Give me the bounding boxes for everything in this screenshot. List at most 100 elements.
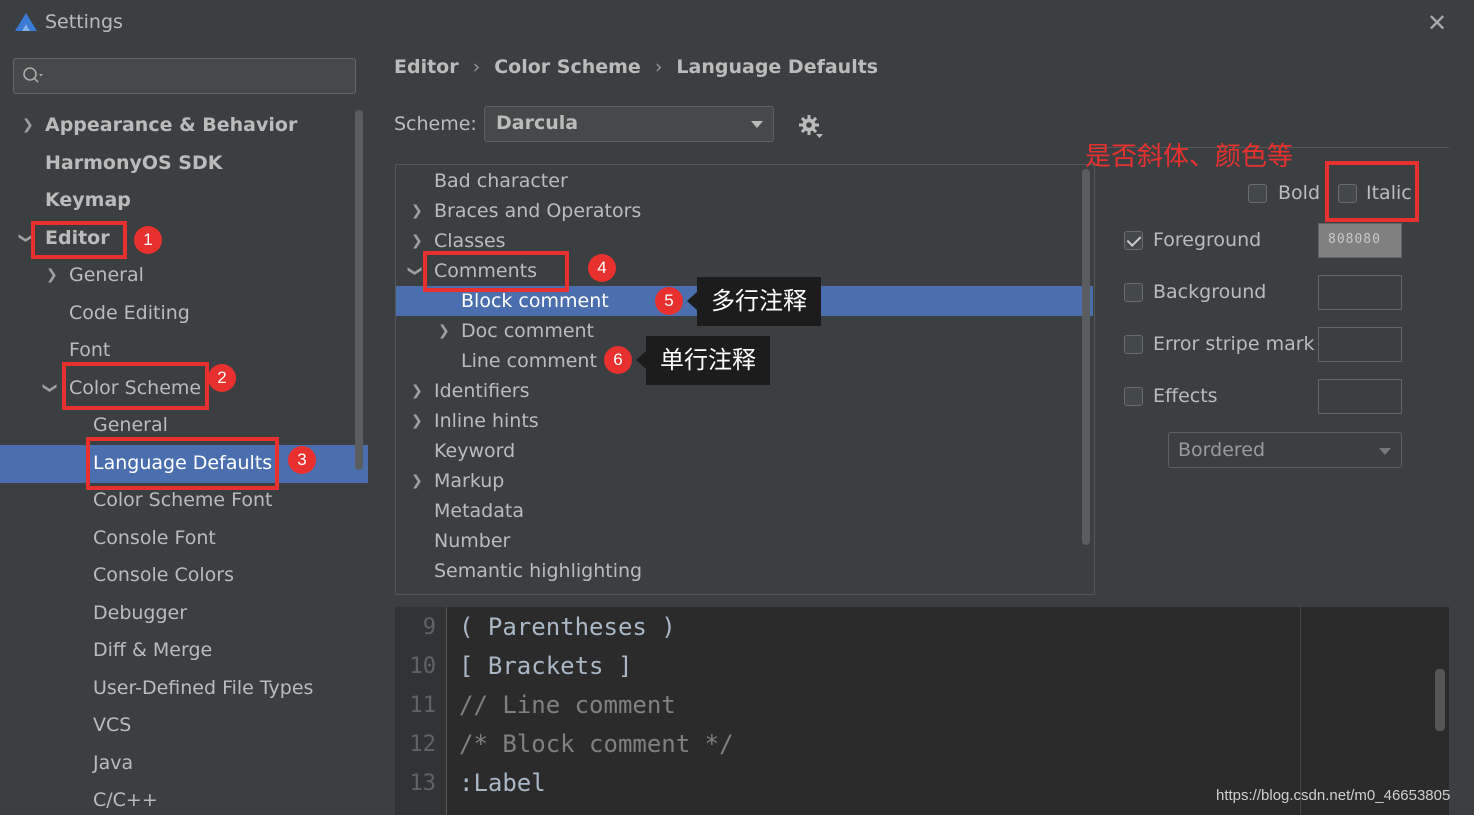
sidebar-item-label: C/C++ [93,789,158,811]
background-color-swatch[interactable] [1318,275,1402,310]
sidebar-item-console-font[interactable]: Console Font [93,520,216,556]
attr-item-identifiers[interactable]: ❯ Identifiers [411,376,530,406]
sidebar-item-appearance[interactable]: ❯ Appearance & Behavior [22,107,297,143]
sidebar-item-debugger[interactable]: Debugger [93,595,187,631]
annotation-box-color-scheme [62,362,209,410]
breadcrumb: Editor › Color Scheme › Language Defaults [394,56,878,78]
code-line: :Label [459,769,546,797]
attr-item-label: Block comment [461,290,609,312]
attr-item-label: Metadata [434,500,524,522]
error-stripe-checkbox[interactable] [1124,335,1143,354]
attr-item-label: Markup [434,470,505,492]
error-stripe-color-swatch[interactable] [1318,327,1402,362]
settings-sidebar: ❯ Appearance & Behavior HarmonyOS SDK Ke… [0,46,368,815]
effects-label: Effects [1153,385,1218,407]
sidebar-item-label: Console Font [93,527,216,549]
annotation-badge: 4 [588,254,616,282]
attr-item-label: Braces and Operators [434,200,642,222]
sidebar-scrollbar[interactable] [355,110,363,470]
annotation-badge: 2 [208,364,236,392]
chevron-right-icon: ❯ [411,473,423,489]
effects-type-dropdown[interactable]: Bordered [1168,432,1402,468]
window-title: Settings [45,11,123,33]
search-input[interactable] [13,58,356,94]
sidebar-item-label: General [69,264,144,286]
line-number: 13 [409,771,437,796]
sidebar-item-label: Font [69,339,111,361]
chevron-right-icon: ❯ [411,233,423,249]
attr-item-braces-operators[interactable]: ❯ Braces and Operators [411,196,642,226]
attr-item-bad-character[interactable]: Bad character [434,166,568,196]
code-line: [ Brackets ] [459,652,633,680]
line-number: 12 [409,732,437,757]
sidebar-item-general[interactable]: ❯ General [46,257,144,293]
bold-checkbox[interactable] [1248,184,1267,203]
line-number: 9 [422,615,436,640]
annotation-badge: 5 [655,287,683,315]
attr-item-label: Keyword [434,440,516,462]
sidebar-item-diff-merge[interactable]: Diff & Merge [93,632,212,668]
line-number: 11 [409,693,437,718]
annotation-tooltip-line-comment: 单行注释 [636,336,770,385]
code-line: ( Parentheses ) [459,613,676,641]
breadcrumb-item: Language Defaults [676,56,879,78]
attr-item-semantic-highlighting[interactable]: Semantic highlighting [434,556,642,586]
editor-scrollbar[interactable] [1435,669,1445,731]
attribute-tree-scrollbar[interactable] [1082,169,1090,545]
error-stripe-label: Error stripe mark [1153,333,1315,355]
scheme-value: Darcula [496,112,579,134]
attr-item-line-comment[interactable]: Line comment [461,346,597,376]
right-margin-guide [1300,607,1301,815]
chevron-right-icon: ❯ [411,413,423,429]
attr-item-markup[interactable]: ❯ Markup [411,466,505,496]
bold-label: Bold [1278,182,1320,204]
sidebar-item-keymap[interactable]: Keymap [45,182,131,218]
annotation-badge: 1 [134,226,162,254]
foreground-checkbox[interactable] [1124,231,1143,250]
sidebar-item-label: Keymap [45,189,131,211]
breadcrumb-item[interactable]: Color Scheme [494,56,641,78]
sidebar-item-label: VCS [93,714,132,736]
sidebar-item-vcs[interactable]: VCS [93,707,131,743]
attr-item-label: Line comment [461,350,597,372]
sidebar-item-cpp[interactable]: C/C++ [93,782,158,815]
sidebar-item-label: General [93,414,168,436]
chevron-right-icon: ❯ [411,203,423,219]
attr-item-metadata[interactable]: Metadata [434,496,524,526]
chevron-right-icon: ❯ [46,267,58,283]
effects-color-swatch[interactable] [1318,379,1402,414]
gear-icon[interactable] [798,114,824,145]
chevron-right-icon: ❯ [22,117,34,133]
attr-item-label: Identifiers [434,380,530,402]
sidebar-item-code-editing[interactable]: Code Editing [69,295,190,331]
scheme-label: Scheme: [394,113,477,135]
close-icon[interactable]: ✕ [1427,9,1447,37]
breadcrumb-item[interactable]: Editor [394,56,459,78]
sidebar-item-label: Diff & Merge [93,639,213,661]
background-checkbox[interactable] [1124,283,1143,302]
annotation-box-editor [31,221,127,259]
attr-item-keyword[interactable]: Keyword [434,436,515,466]
attr-item-number[interactable]: Number [434,526,510,556]
code-preview[interactable]: 9 10 11 12 13 ( Parentheses ) [ Brackets… [395,607,1449,815]
main-panel: Editor › Color Scheme › Language Defaults Sc… [368,46,1474,815]
attr-item-doc-comment[interactable]: ❯ Doc comment [438,316,595,346]
chevron-right-icon: ❯ [411,383,423,399]
sidebar-item-user-defined-file-types[interactable]: User-Defined File Types [93,670,313,706]
attr-item-inline-hints[interactable]: ❯ Inline hints [411,406,539,436]
sidebar-item-label: Color Scheme Font [93,489,273,511]
sidebar-item-label: Debugger [93,602,188,624]
sidebar-item-console-colors[interactable]: Console Colors [93,557,234,593]
attr-item-label: Bad character [434,170,568,192]
foreground-color-value: 808080 [1328,232,1381,247]
effects-checkbox[interactable] [1124,387,1143,406]
sidebar-item-harmonyos-sdk[interactable]: HarmonyOS SDK [45,145,223,181]
scheme-dropdown[interactable]: Darcula [484,106,774,142]
sidebar-item-java[interactable]: Java [93,745,133,781]
sidebar-item-label: Console Colors [93,564,234,586]
properties-panel: Bold Italic Foreground 808080 Background… [1098,164,1474,604]
foreground-color-swatch[interactable]: 808080 [1318,223,1402,258]
search-icon [22,66,44,91]
attr-item-label: Doc comment [461,320,595,342]
annotation-note-italic: 是否斜体、颜色等 [1085,142,1294,172]
